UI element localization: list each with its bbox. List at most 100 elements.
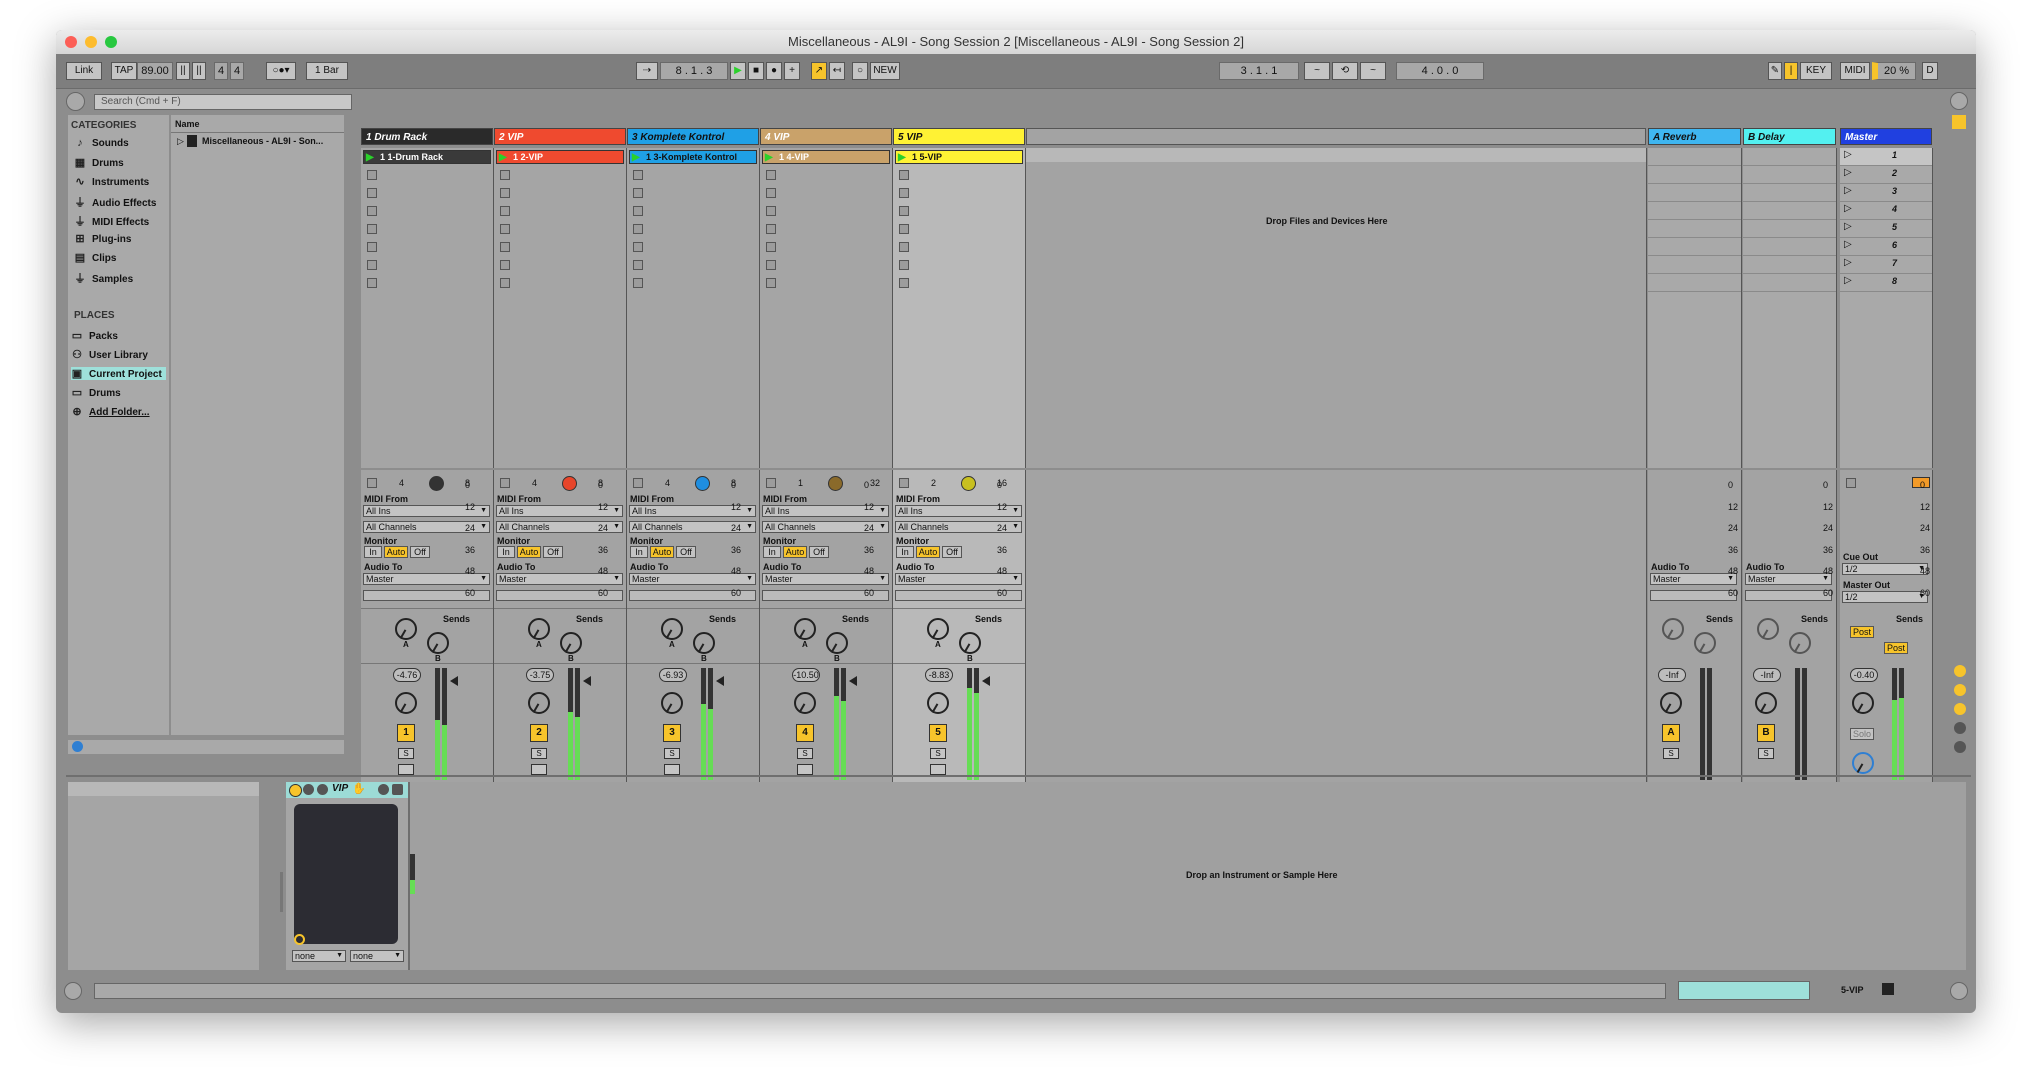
- clip-play-icon[interactable]: ▶: [765, 151, 773, 164]
- solo-button[interactable]: S: [531, 748, 547, 759]
- clip-stop-button[interactable]: [899, 242, 909, 252]
- monitor-in-button[interactable]: In: [497, 546, 515, 558]
- clip-stop-button[interactable]: [367, 170, 377, 180]
- clip-stop-button[interactable]: [500, 188, 510, 198]
- clip-stop-button[interactable]: [367, 188, 377, 198]
- category-midi-effects[interactable]: ⏚ MIDI Effects: [74, 213, 150, 229]
- send-b-knob[interactable]: [693, 632, 715, 654]
- clip-stop-button[interactable]: [766, 260, 776, 270]
- send-b-knob[interactable]: [427, 632, 449, 654]
- clip-slot-playing[interactable]: ▶ 1 4-VIP: [762, 150, 890, 164]
- clip-stop-button[interactable]: [766, 170, 776, 180]
- stop-all-clips-button[interactable]: [1846, 478, 1856, 488]
- clip-stop-button[interactable]: [500, 260, 510, 270]
- category-audio-effects[interactable]: ⏚ Audio Effects: [74, 194, 157, 210]
- tap-button[interactable]: TAP: [111, 62, 137, 80]
- solo-button[interactable]: S: [930, 748, 946, 759]
- scene-launch-8[interactable]: ▷ 8: [1840, 274, 1932, 292]
- category-clips[interactable]: ▤ Clips: [74, 251, 117, 264]
- clip-stop-button[interactable]: [367, 242, 377, 252]
- scene-launch-7[interactable]: ▷ 7: [1840, 256, 1932, 274]
- volume-value[interactable]: -0.40: [1850, 668, 1878, 682]
- clip-stop-button[interactable]: [500, 170, 510, 180]
- pan-knob[interactable]: [395, 692, 417, 714]
- clip-stop-button[interactable]: [766, 206, 776, 216]
- send-a-knob[interactable]: [927, 618, 949, 640]
- info-toggle-icon[interactable]: [64, 982, 82, 1000]
- send-b-knob[interactable]: [826, 632, 848, 654]
- track-activator-button[interactable]: 2: [530, 724, 548, 742]
- expand-icon[interactable]: ▷: [177, 136, 184, 147]
- arm-button[interactable]: [930, 764, 946, 775]
- clip-stop-button[interactable]: [367, 260, 377, 270]
- arm-button[interactable]: [664, 764, 680, 775]
- returns-toggle-icon[interactable]: [1954, 703, 1966, 715]
- track-activator-button[interactable]: A: [1662, 724, 1680, 742]
- monitor-in-button[interactable]: In: [630, 546, 648, 558]
- send-b-knob[interactable]: [560, 632, 582, 654]
- scene-play-icon[interactable]: ▷: [1844, 239, 1852, 250]
- category-sounds[interactable]: ♪ Sounds: [74, 137, 128, 149]
- track-header-5[interactable]: 5 VIP: [893, 128, 1025, 145]
- clip-stop-button[interactable]: [766, 188, 776, 198]
- send-b-knob[interactable]: [1694, 632, 1716, 654]
- clip-stop-button[interactable]: [766, 242, 776, 252]
- link-button[interactable]: Link: [66, 62, 102, 80]
- clip-stop-button[interactable]: [766, 278, 776, 288]
- device-edit-icon[interactable]: [317, 784, 328, 795]
- monitor-off-button[interactable]: Off: [809, 546, 829, 558]
- track-activator-button[interactable]: B: [1757, 724, 1775, 742]
- scene-launch-3[interactable]: ▷ 3: [1840, 184, 1932, 202]
- pan-knob[interactable]: [1852, 692, 1874, 714]
- metronome-button[interactable]: ○●▾: [266, 62, 296, 80]
- scene-play-icon[interactable]: ▷: [1844, 167, 1852, 178]
- solo-cue-button[interactable]: Solo: [1850, 728, 1874, 740]
- volume-fader-icon[interactable]: [450, 676, 458, 686]
- monitor-in-button[interactable]: In: [763, 546, 781, 558]
- clip-stop-button[interactable]: [633, 206, 643, 216]
- nudge-up-icon[interactable]: ||: [192, 62, 206, 80]
- io-toggle-icon[interactable]: [1954, 665, 1966, 677]
- return-header-A[interactable]: A Reverb: [1648, 128, 1741, 145]
- quantize-menu[interactable]: 1 Bar: [306, 62, 348, 80]
- clip-stop-button[interactable]: [500, 278, 510, 288]
- detail-toggle-icon[interactable]: [1950, 982, 1968, 1000]
- nudge-down-icon[interactable]: ||: [176, 62, 190, 80]
- drop-area[interactable]: [1026, 148, 1647, 468]
- solo-button[interactable]: S: [664, 748, 680, 759]
- monitor-off-button[interactable]: Off: [942, 546, 962, 558]
- track-activator-button[interactable]: 4: [796, 724, 814, 742]
- browser-toggle-icon[interactable]: [66, 92, 85, 111]
- clip-view-icon[interactable]: [1952, 115, 1966, 129]
- scene-launch-5[interactable]: ▷ 5: [1840, 220, 1932, 238]
- volume-value[interactable]: -3.75: [526, 668, 554, 682]
- master-out-select[interactable]: 1/2: [1842, 591, 1928, 603]
- monitor-in-button[interactable]: In: [896, 546, 914, 558]
- send-b-knob[interactable]: [959, 632, 981, 654]
- clip-stop-all-button[interactable]: [766, 478, 776, 488]
- send-a-knob[interactable]: [794, 618, 816, 640]
- device-preset-icon[interactable]: [392, 784, 403, 795]
- search-input[interactable]: Search (Cmd + F): [94, 94, 352, 110]
- scene-play-icon[interactable]: ▷: [1844, 203, 1852, 214]
- close-window-button[interactable]: [65, 36, 77, 48]
- clip-slot-playing[interactable]: ▶ 1 5-VIP: [895, 150, 1023, 164]
- volume-fader-icon[interactable]: [982, 676, 990, 686]
- scene-launch-4[interactable]: ▷ 4: [1840, 202, 1932, 220]
- volume-value[interactable]: -10.50: [792, 668, 820, 682]
- minimize-window-button[interactable]: [85, 36, 97, 48]
- clip-stop-button[interactable]: [500, 206, 510, 216]
- pan-knob[interactable]: [1660, 692, 1682, 714]
- arm-button[interactable]: [797, 764, 813, 775]
- zoom-window-button[interactable]: [105, 36, 117, 48]
- monitor-auto-button[interactable]: Auto: [384, 546, 408, 558]
- track-activator-button[interactable]: 1: [397, 724, 415, 742]
- macro-select-1[interactable]: none: [292, 950, 346, 962]
- monitor-off-button[interactable]: Off: [543, 546, 563, 558]
- track-header-1[interactable]: 1 Drum Rack: [361, 128, 493, 145]
- track-activator-button[interactable]: 5: [929, 724, 947, 742]
- clip-stop-button[interactable]: [899, 188, 909, 198]
- audio-output-select[interactable]: Master: [1745, 573, 1832, 585]
- clip-stop-all-button[interactable]: [367, 478, 377, 488]
- master-header[interactable]: Master: [1840, 128, 1932, 145]
